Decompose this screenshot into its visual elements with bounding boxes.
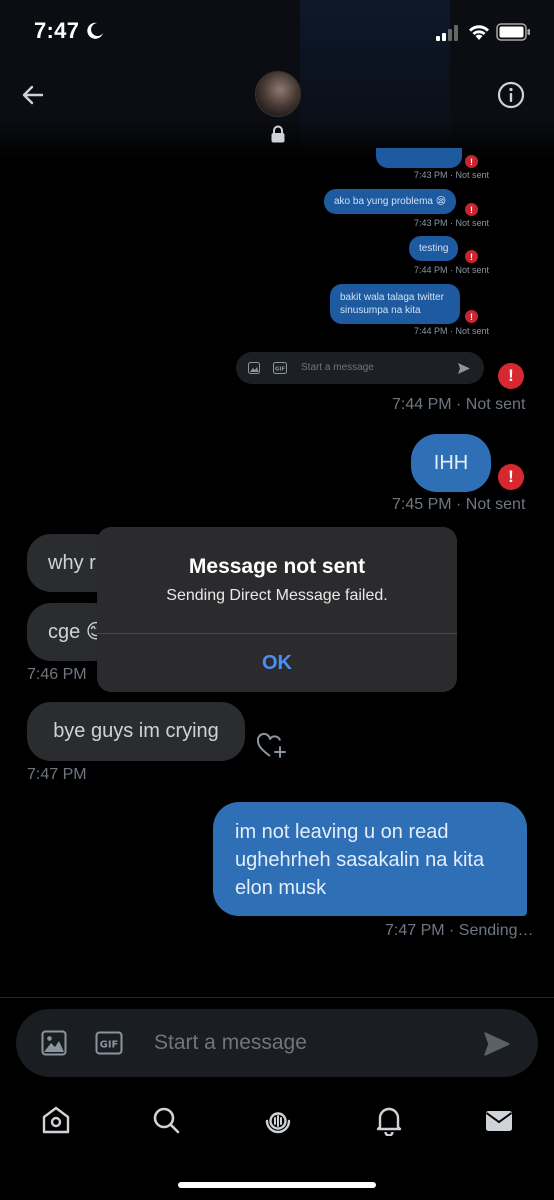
embedded-message-meta: 7:44 PM · Not sent <box>414 326 490 336</box>
composer-divider <box>0 997 554 998</box>
message-meta: 7:47 PM <box>27 766 87 783</box>
back-arrow-icon[interactable] <box>18 80 48 110</box>
spaces-icon[interactable] <box>262 1104 294 1136</box>
moon-icon <box>87 22 103 39</box>
message-bubble[interactable]: im not leaving u on read ughehrheh sasak… <box>213 802 527 916</box>
alert-message: Sending Direct Message failed. <box>166 587 388 604</box>
header-blur <box>300 0 450 150</box>
embedded-message: testing <box>409 236 459 261</box>
info-icon[interactable] <box>496 80 526 110</box>
embedded-message-meta: 7:43 PM · Not sent <box>414 218 490 228</box>
conversation-avatar[interactable] <box>255 71 301 117</box>
embedded-top-bubble <box>376 148 462 168</box>
error-icon: ! <box>465 155 478 168</box>
cellular-signal-icon <box>436 25 458 41</box>
status-time: 7:47 <box>34 18 80 43</box>
svg-text:GIF: GIF <box>275 367 286 373</box>
error-icon[interactable]: ! <box>498 464 524 490</box>
error-icon: ! <box>465 250 478 263</box>
lock-icon <box>271 125 285 143</box>
image-icon[interactable] <box>41 1030 67 1056</box>
message-input[interactable]: Start a message <box>154 1031 307 1055</box>
notifications-bell-icon[interactable] <box>373 1104 405 1136</box>
embedded-top-meta: 7:43 PM · Not sent <box>414 170 490 180</box>
message-meta: 7:46 PM <box>27 666 87 683</box>
battery-icon <box>496 23 530 41</box>
send-icon <box>458 363 470 374</box>
wifi-icon <box>469 25 489 40</box>
image-icon <box>248 362 260 374</box>
message-meta: 7:44 PM · Not sent <box>392 396 526 413</box>
error-icon: ! <box>465 203 478 216</box>
embedded-composer: GIF Start a message <box>236 352 484 384</box>
add-reaction-heart-icon[interactable] <box>256 732 288 760</box>
send-icon[interactable] <box>484 1032 510 1056</box>
gif-icon[interactable]: GIF <box>95 1031 123 1055</box>
embedded-composer-placeholder: Start a message <box>301 362 374 373</box>
message-bubble[interactable]: bye guys im crying <box>27 702 245 761</box>
error-icon[interactable]: ! <box>498 363 524 389</box>
message-meta: 7:45 PM · Not sent <box>392 496 526 513</box>
messages-envelope-icon[interactable] <box>483 1104 515 1136</box>
search-icon[interactable] <box>150 1104 182 1136</box>
home-indicator <box>178 1182 376 1188</box>
embedded-message: ako ba yung problema 😪 <box>324 189 457 214</box>
alert-dialog: Message not sent Sending Direct Message … <box>97 527 457 692</box>
home-icon[interactable] <box>40 1104 72 1136</box>
embedded-message: bakit wala talaga twitter sinusumpa na k… <box>330 284 460 324</box>
message-meta: 7:47 PM · Sending… <box>385 922 534 939</box>
embedded-message-meta: 7:44 PM · Not sent <box>414 265 490 275</box>
alert-title: Message not sent <box>188 555 366 578</box>
ok-button[interactable]: OK <box>97 634 457 692</box>
gif-icon: GIF <box>273 362 287 374</box>
error-icon: ! <box>465 310 478 323</box>
message-bubble[interactable]: IHH <box>411 434 491 492</box>
svg-text:GIF: GIF <box>100 1040 119 1051</box>
